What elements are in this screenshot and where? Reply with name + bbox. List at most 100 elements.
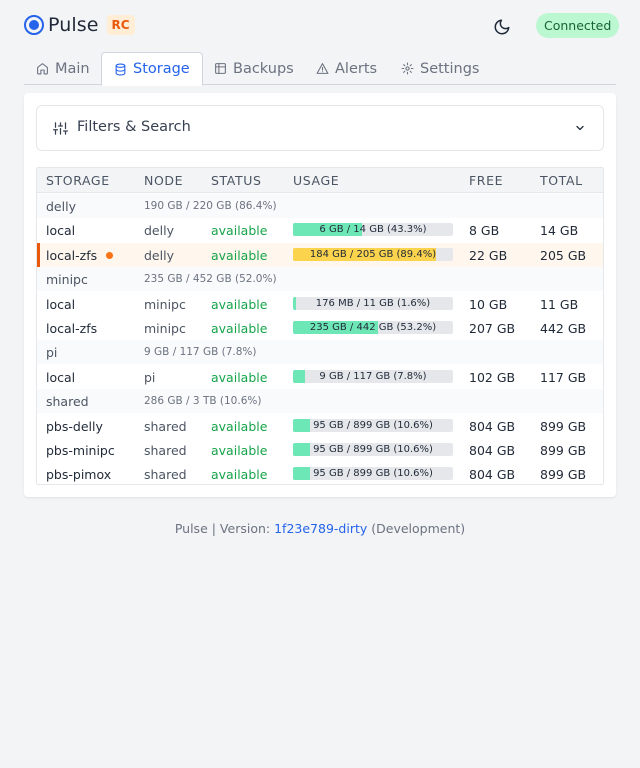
- sliders-icon: [53, 122, 68, 135]
- tab-settings[interactable]: Settings: [389, 52, 491, 85]
- total-value: 11 GB: [540, 296, 579, 312]
- free-value: 804 GB: [469, 418, 516, 434]
- table-row[interactable]: local-zfs minipc available 235 GB / 442 GB …: [37, 316, 603, 340]
- tab-label: Main: [55, 60, 90, 77]
- table-row[interactable]: local delly available 6 GB / 14 GB (43.3%) 8…: [37, 218, 603, 242]
- table-header: STORAGE NODE STATUS USAGE FREE TOTAL: [37, 168, 603, 193]
- tab-storage[interactable]: Storage: [101, 52, 203, 86]
- usage-bar-text: 6 GB / 14 GB (43.3%): [319, 224, 427, 236]
- group-row: pi 9 GB / 117 GB (7.8%): [37, 340, 603, 365]
- archive-icon: [215, 63, 226, 74]
- node-name: minipc: [144, 321, 186, 336]
- node-name: shared: [144, 418, 187, 434]
- storage-panel: Filters & Search STORAGE NODE STATUS USA…: [24, 93, 616, 497]
- table-row[interactable]: local-zfs delly available 184 GB / 205 GB (…: [37, 242, 603, 267]
- table-row[interactable]: local pi available 9 GB / 117 GB (7.8%) 102 …: [37, 365, 603, 389]
- table-row[interactable]: pbs-pimox shared available 95 GB / 899 GB (…: [37, 462, 603, 484]
- status-text: available: [211, 296, 268, 312]
- storage-table: STORAGE NODE STATUS USAGE FREE TOTAL del…: [36, 167, 604, 485]
- tab-alerts[interactable]: Alerts: [304, 52, 389, 85]
- group-row: shared 286 GB / 3 TB (10.6%): [37, 389, 603, 414]
- usage-bar-text: 176 MB / 11 GB (1.6%): [315, 297, 431, 309]
- usage-bar-text: 95 GB / 899 GB (10.6%): [313, 468, 433, 480]
- group-usage: 190 GB / 220 GB (86.4%): [144, 200, 277, 212]
- storage-name: local: [46, 223, 76, 239]
- total-value: 205 GB: [540, 247, 587, 263]
- total-value: 14 GB: [540, 223, 579, 239]
- usage-bar: 6 GB / 14 GB (43.3%): [293, 223, 453, 237]
- brand[interactable]: Pulse RC: [24, 14, 135, 36]
- column-header-storage[interactable]: STORAGE: [46, 173, 110, 188]
- storage-name: local: [46, 369, 76, 385]
- free-value: 207 GB: [469, 321, 516, 336]
- footer-prefix: Pulse | Version:: [174, 521, 271, 536]
- connection-status-badge: Connected: [536, 13, 620, 38]
- warning-icon: [316, 63, 329, 74]
- tab-label: Alerts: [335, 60, 378, 77]
- usage-bar-text: 235 GB / 442 GB (53.2%): [309, 322, 437, 333]
- free-value: 8 GB: [469, 223, 500, 239]
- group-usage: 286 GB / 3 TB (10.6%): [144, 395, 262, 408]
- tab-label: Backups: [233, 60, 294, 77]
- status-text: available: [211, 321, 268, 336]
- group-name: shared: [46, 394, 89, 410]
- node-name: delly: [144, 223, 174, 239]
- alert-dot-icon: [106, 251, 113, 259]
- alert-indicator-bar: [37, 242, 40, 267]
- tab-main[interactable]: Main: [24, 52, 102, 85]
- status-text: available: [211, 369, 268, 385]
- column-header-node[interactable]: NODE: [144, 173, 183, 188]
- filters-label: Filters & Search: [77, 119, 191, 135]
- group-usage: 9 GB / 117 GB (7.8%): [144, 346, 257, 359]
- group-row: delly 190 GB / 220 GB (86.4%): [37, 194, 603, 218]
- table-row[interactable]: pbs-delly shared available 95 GB / 899 GB (…: [37, 414, 603, 438]
- column-header-total[interactable]: TOTAL: [540, 173, 583, 188]
- total-value: 442 GB: [540, 321, 587, 336]
- status-text: available: [211, 443, 268, 458]
- storage-name: local-zfs: [46, 247, 98, 263]
- node-name: minipc: [144, 296, 186, 312]
- node-name: shared: [144, 467, 187, 483]
- theme-toggle-button[interactable]: [490, 15, 514, 39]
- column-header-status[interactable]: STATUS: [211, 173, 262, 188]
- group-row: minipc 235 GB / 452 GB (52.0%): [37, 267, 603, 292]
- node-name: pi: [144, 369, 156, 385]
- status-text: available: [211, 418, 268, 434]
- gear-icon: [401, 62, 414, 75]
- usage-bar: 95 GB / 899 GB (10.6%): [293, 467, 453, 481]
- node-name: delly: [144, 247, 174, 263]
- usage-bar-text: 95 GB / 899 GB (10.6%): [313, 444, 433, 455]
- status-text: available: [211, 247, 268, 263]
- table-row[interactable]: pbs-minipc shared available 95 GB / 899 GB …: [37, 438, 603, 462]
- usage-bar: 95 GB / 899 GB (10.6%): [293, 443, 453, 456]
- free-value: 804 GB: [469, 467, 516, 483]
- free-value: 804 GB: [469, 443, 516, 458]
- usage-bar-text: 184 GB / 205 GB (89.4%): [309, 248, 437, 260]
- tab-label: Settings: [420, 60, 480, 77]
- filters-toggle[interactable]: Filters & Search: [36, 105, 604, 151]
- group-usage: 235 GB / 452 GB (52.0%): [144, 273, 277, 286]
- column-header-usage[interactable]: USAGE: [293, 173, 339, 188]
- usage-bar: 176 MB / 11 GB (1.6%): [293, 296, 453, 310]
- column-header-free[interactable]: FREE: [469, 173, 503, 188]
- total-value: 899 GB: [540, 467, 587, 483]
- chevron-down-icon: [576, 125, 584, 131]
- version-link[interactable]: 1f23e789-dirty: [274, 521, 367, 536]
- home-icon: [37, 63, 48, 75]
- group-name: delly: [46, 199, 76, 214]
- node-name: shared: [144, 443, 187, 458]
- storage-name: local: [46, 296, 76, 312]
- free-value: 22 GB: [469, 247, 508, 263]
- total-value: 117 GB: [540, 369, 587, 385]
- free-value: 102 GB: [469, 369, 516, 385]
- tab-label: Storage: [133, 61, 190, 77]
- usage-bar-text: 95 GB / 899 GB (10.6%): [313, 419, 433, 431]
- usage-bar: 235 GB / 442 GB (53.2%): [293, 321, 453, 334]
- table-row[interactable]: local minipc available 176 MB / 11 GB (1.6%…: [37, 292, 603, 316]
- usage-bar: 95 GB / 899 GB (10.6%): [293, 418, 453, 432]
- tab-backups[interactable]: Backups: [202, 52, 306, 85]
- pulse-logo-icon: [24, 15, 44, 35]
- group-name: pi: [46, 345, 58, 361]
- release-badge: RC: [106, 15, 135, 35]
- usage-bar-text: 9 GB / 117 GB (7.8%): [319, 370, 427, 382]
